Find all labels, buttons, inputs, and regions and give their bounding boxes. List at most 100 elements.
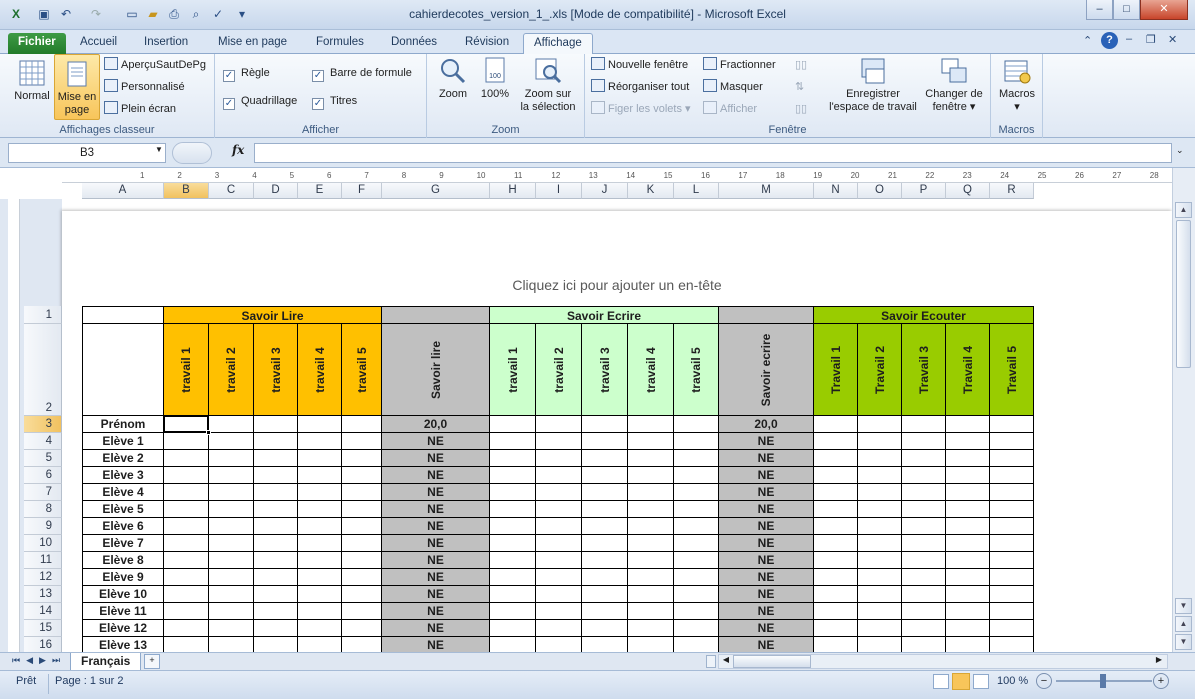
row-header-8[interactable]: 8 <box>24 501 62 518</box>
grade-cell[interactable] <box>209 586 254 603</box>
total-cell[interactable]: NE <box>719 501 814 518</box>
grade-cell[interactable] <box>674 586 719 603</box>
tab-formulas[interactable]: Formules <box>306 33 374 54</box>
sheet-tab-francais[interactable]: Français <box>70 653 142 671</box>
total-cell[interactable]: NE <box>382 518 490 535</box>
workbook-restore-icon[interactable]: ❐ <box>1146 33 1156 46</box>
formula-bar-handle[interactable] <box>172 142 212 164</box>
grade-cell[interactable] <box>209 535 254 552</box>
grade-cell[interactable] <box>342 518 382 535</box>
tab-data[interactable]: Données <box>381 33 447 54</box>
grade-cell[interactable] <box>490 620 536 637</box>
total-cell[interactable]: NE <box>719 484 814 501</box>
group-header-savoir-lire[interactable]: Savoir Lire <box>164 306 382 324</box>
header-lire-travail-4[interactable]: travail 4 <box>298 324 342 416</box>
normal-view-button[interactable]: Normal <box>12 58 52 103</box>
grade-cell[interactable] <box>164 620 209 637</box>
unhide-button[interactable]: Afficher <box>703 100 757 118</box>
maximize-button[interactable]: □ <box>1113 0 1140 20</box>
zoom-slider-thumb[interactable] <box>1100 674 1106 688</box>
column-header-c[interactable]: C <box>209 183 254 199</box>
grade-cell[interactable] <box>814 535 858 552</box>
grade-cell[interactable] <box>674 620 719 637</box>
grade-cell[interactable] <box>990 586 1034 603</box>
grade-cell[interactable] <box>858 586 902 603</box>
grade-cell[interactable] <box>342 552 382 569</box>
column-header-r[interactable]: R <box>990 183 1034 199</box>
grade-cell[interactable] <box>674 603 719 620</box>
grade-cell[interactable] <box>814 450 858 467</box>
grade-cell[interactable] <box>902 518 946 535</box>
grade-cell[interactable] <box>946 586 990 603</box>
grade-cell[interactable] <box>254 569 298 586</box>
column-header-f[interactable]: F <box>342 183 382 199</box>
grade-cell[interactable] <box>582 416 628 433</box>
grade-cell[interactable] <box>164 518 209 535</box>
grade-cell[interactable] <box>814 467 858 484</box>
previous-page-button[interactable]: ▲ <box>1175 616 1192 632</box>
grade-cell[interactable] <box>298 603 342 620</box>
grade-cell[interactable] <box>582 535 628 552</box>
grade-cell[interactable] <box>628 518 674 535</box>
grade-cell[interactable] <box>582 620 628 637</box>
grade-cell[interactable] <box>946 637 990 652</box>
scroll-down-button[interactable]: ▼ <box>1175 598 1192 614</box>
grade-cell[interactable] <box>536 620 582 637</box>
row-header-2[interactable]: 2 <box>24 324 62 416</box>
grade-cell[interactable] <box>254 501 298 518</box>
header-ecouter-travail-2[interactable]: Travail 2 <box>858 324 902 416</box>
total-cell[interactable]: NE <box>719 637 814 652</box>
grade-cell[interactable] <box>674 569 719 586</box>
grade-cell[interactable] <box>990 620 1034 637</box>
grade-cell[interactable] <box>298 501 342 518</box>
grade-cell[interactable] <box>946 450 990 467</box>
grade-cell[interactable] <box>946 620 990 637</box>
header-ecrire-travail-3[interactable]: travail 3 <box>582 324 628 416</box>
grade-cell[interactable] <box>990 603 1034 620</box>
grade-cell[interactable] <box>536 603 582 620</box>
horizontal-scroll-thumb[interactable] <box>733 655 811 668</box>
grade-cell[interactable] <box>582 484 628 501</box>
page-break-preview-button[interactable]: AperçuSautDePg <box>104 56 206 74</box>
grade-cell[interactable] <box>342 484 382 501</box>
grade-cell[interactable] <box>342 569 382 586</box>
header-lire-travail-1[interactable]: travail 1 <box>164 324 209 416</box>
zoom-button[interactable]: Zoom <box>433 56 473 101</box>
grade-cell[interactable] <box>990 501 1034 518</box>
grade-cell[interactable] <box>342 637 382 652</box>
grade-cell[interactable] <box>990 416 1034 433</box>
switch-windows-button[interactable]: Changer de fenêtre ▾ <box>919 56 989 114</box>
student-name-cell[interactable]: Elève 13 <box>82 637 164 652</box>
new-window-button[interactable]: Nouvelle fenêtre <box>591 56 688 74</box>
tab-page-layout[interactable]: Mise en page <box>208 33 297 54</box>
grade-cell[interactable] <box>342 467 382 484</box>
student-name-cell[interactable]: Elève 4 <box>82 484 164 501</box>
grade-cell[interactable] <box>582 450 628 467</box>
macros-button[interactable]: Macros ▾ <box>995 56 1039 114</box>
row-header-13[interactable]: 13 <box>24 586 62 603</box>
grade-cell[interactable] <box>490 501 536 518</box>
grade-cell[interactable] <box>814 518 858 535</box>
full-screen-button[interactable]: Plein écran <box>104 100 176 118</box>
zoom-100-button[interactable]: 100 100% <box>475 56 515 101</box>
grade-cell[interactable] <box>490 433 536 450</box>
header-ecouter-travail-5[interactable]: Travail 5 <box>990 324 1034 416</box>
cell-a2[interactable] <box>82 324 164 416</box>
grade-cell[interactable] <box>674 450 719 467</box>
grade-cell[interactable] <box>490 586 536 603</box>
grade-cell[interactable] <box>628 484 674 501</box>
grade-cell[interactable] <box>254 450 298 467</box>
group-header-savoir-ecouter[interactable]: Savoir Ecouter <box>814 306 1034 324</box>
row-header-1[interactable]: 1 <box>24 306 62 324</box>
grade-cell[interactable] <box>902 603 946 620</box>
grade-cell[interactable] <box>990 552 1034 569</box>
column-header-q[interactable]: Q <box>946 183 990 199</box>
grade-cell[interactable] <box>628 637 674 652</box>
help-icon[interactable]: ? <box>1101 32 1118 49</box>
grade-cell[interactable] <box>490 535 536 552</box>
grade-cell[interactable] <box>209 637 254 652</box>
insert-function-icon[interactable]: fx <box>232 143 244 157</box>
grade-cell[interactable] <box>536 518 582 535</box>
student-name-cell[interactable]: Elève 3 <box>82 467 164 484</box>
grade-cell[interactable] <box>902 535 946 552</box>
